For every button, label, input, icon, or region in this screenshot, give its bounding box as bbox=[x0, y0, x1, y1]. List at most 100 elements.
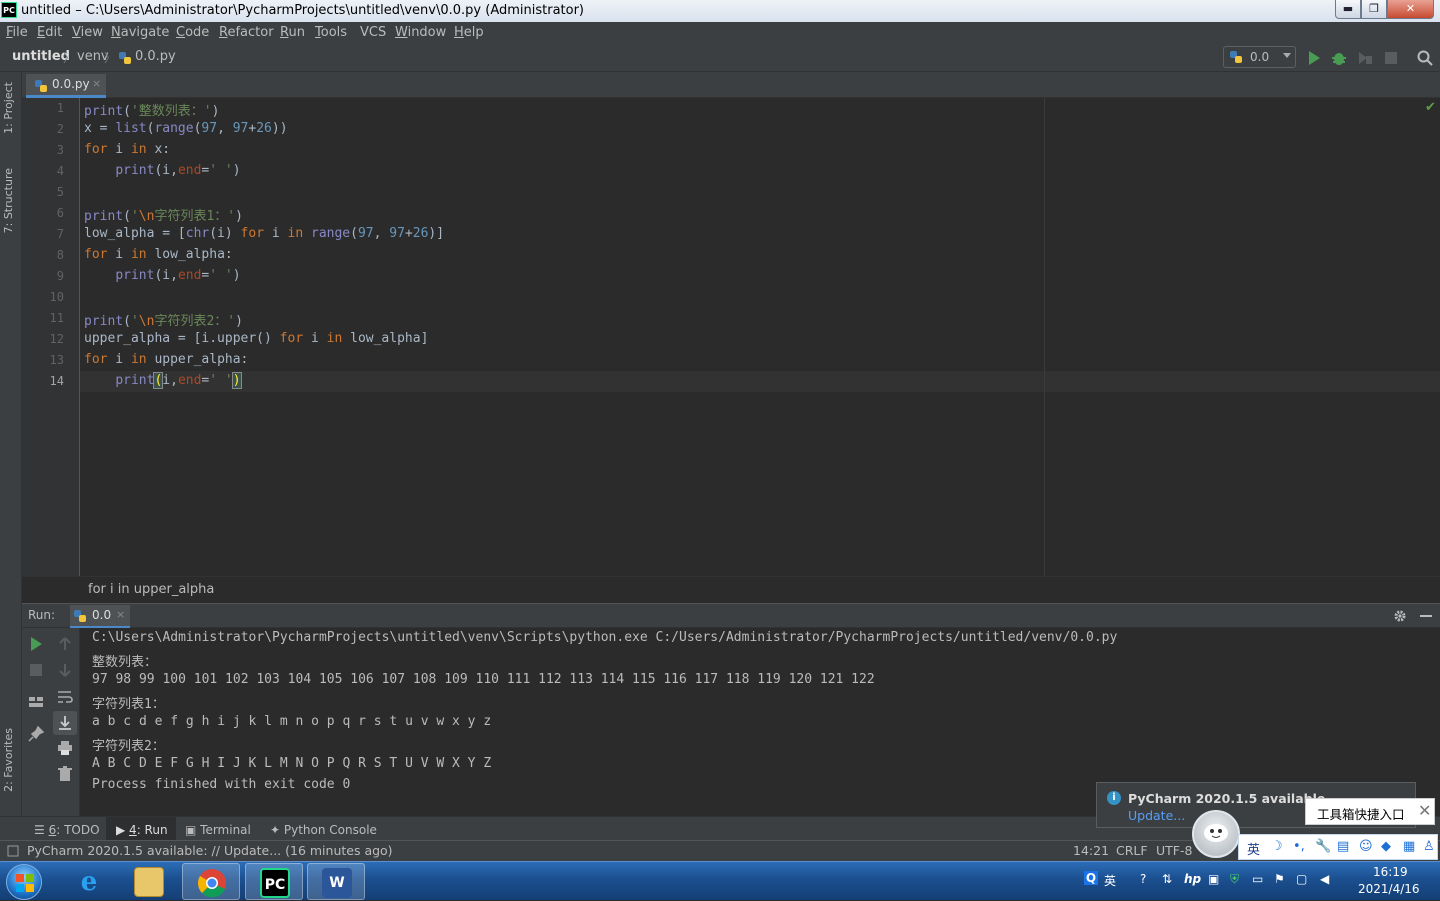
up-arrow-icon[interactable] bbox=[57, 636, 73, 652]
gear-icon[interactable] bbox=[1393, 609, 1407, 623]
run-with-coverage-icon[interactable] bbox=[1357, 50, 1373, 66]
ime-avatar[interactable] bbox=[1192, 810, 1240, 858]
start-button[interactable] bbox=[6, 864, 42, 900]
windows-taskbar: e PC W Q 英 ? ⇅ hp ▣ ⛨ ▭ ⚑ ▢ ◀ 16:19 2021… bbox=[0, 861, 1440, 900]
close-tab-icon[interactable]: × bbox=[116, 608, 125, 621]
stop-icon[interactable] bbox=[29, 663, 43, 677]
file-encoding[interactable]: UTF-8 bbox=[1156, 843, 1192, 858]
debug-icon[interactable] bbox=[1331, 50, 1347, 66]
print-icon[interactable] bbox=[57, 740, 73, 756]
breadcrumb-file[interactable]: 0.0.py bbox=[135, 49, 176, 64]
display-icon[interactable]: ▭ bbox=[1252, 872, 1263, 886]
run-configuration-select[interactable]: 0.0 bbox=[1223, 46, 1296, 68]
inspection-ok-icon[interactable]: ✔ bbox=[1425, 100, 1436, 115]
favorites-tool-tab[interactable]: 2: Favorites bbox=[2, 728, 15, 792]
menu-vcs[interactable]: VCS bbox=[360, 25, 386, 40]
network-sync-icon[interactable]: ⇅ bbox=[1162, 872, 1172, 886]
tool-tab-run[interactable]: ▶ 4: Run bbox=[116, 823, 168, 837]
taskbar-internet-explorer[interactable]: e bbox=[60, 863, 118, 900]
editor-breadcrumb[interactable]: for i in upper_alpha bbox=[88, 582, 214, 597]
code-line[interactable]: print(i,end=' ') bbox=[84, 163, 240, 178]
line-separator[interactable]: CRLF bbox=[1116, 843, 1148, 858]
caret-position[interactable]: 14:21 bbox=[1073, 843, 1109, 858]
code-line[interactable]: print('\n字符列表2：') bbox=[84, 310, 243, 329]
project-tool-tab[interactable]: 1: Project bbox=[2, 82, 15, 134]
tool-window-toggle-icon[interactable] bbox=[7, 845, 19, 857]
moon-icon[interactable]: ☽ bbox=[1271, 839, 1283, 854]
run-tab-0-0[interactable]: 0.0 × bbox=[70, 605, 130, 629]
wrench-icon[interactable]: 🔧 bbox=[1315, 839, 1331, 854]
ime-toolbar[interactable]: 英 ☽ •, 🔧 ▤ ☺ ◆ ▦ ♙ bbox=[1238, 834, 1438, 860]
layout-icon[interactable] bbox=[28, 694, 44, 710]
code-line[interactable]: low_alpha = [chr(i) for i in range(97, 9… bbox=[84, 226, 444, 241]
printer-tray-icon[interactable]: ▣ bbox=[1208, 872, 1219, 886]
status-message[interactable]: PyCharm 2020.1.5 available: // Update...… bbox=[27, 843, 393, 858]
soft-wrap-icon[interactable] bbox=[57, 689, 73, 705]
menu-window[interactable]: Window bbox=[395, 25, 446, 40]
ime-toolbox-popup[interactable]: 工具箱快捷入口 ✕ bbox=[1305, 798, 1435, 825]
code-line[interactable]: print('整数列表：') bbox=[84, 100, 219, 119]
code-line[interactable]: for i in upper_alpha: bbox=[84, 352, 248, 367]
menu-file[interactable]: File bbox=[6, 25, 28, 40]
taskbar-chrome[interactable] bbox=[182, 863, 240, 900]
taskbar-file-explorer[interactable] bbox=[120, 863, 178, 900]
qq-input-icon[interactable]: Q bbox=[1084, 871, 1098, 885]
menu-tools[interactable]: Tools bbox=[315, 25, 347, 40]
down-arrow-icon[interactable] bbox=[57, 662, 73, 678]
code-lines[interactable]: print('整数列表：') x = list(range(97, 97+26))… bbox=[80, 98, 1040, 576]
stop-icon[interactable] bbox=[1384, 51, 1398, 65]
monitor-icon[interactable]: ▢ bbox=[1296, 872, 1307, 886]
menu-view[interactable]: View bbox=[72, 25, 103, 40]
code-line[interactable]: for i in low_alpha: bbox=[84, 247, 233, 262]
maximize-button[interactable]: ❐ bbox=[1361, 0, 1387, 19]
menu-code[interactable]: Code bbox=[176, 25, 209, 40]
menu-run[interactable]: Run bbox=[280, 25, 305, 40]
menu-edit[interactable]: Edit bbox=[37, 25, 62, 40]
trash-icon[interactable] bbox=[57, 766, 73, 782]
pin-icon[interactable] bbox=[28, 726, 44, 742]
menu-refactor[interactable]: Refactor bbox=[219, 25, 274, 40]
menu-navigate[interactable]: Navigate bbox=[111, 25, 169, 40]
code-line[interactable]: print(i,end=' ') bbox=[84, 268, 240, 283]
smile-icon[interactable]: ☺ bbox=[1359, 839, 1373, 854]
search-icon[interactable] bbox=[1417, 50, 1433, 66]
close-icon[interactable]: ✕ bbox=[1418, 801, 1431, 820]
tray-language-indicator[interactable]: 英 bbox=[1104, 872, 1116, 889]
code-line[interactable]: upper_alpha = [i.upper() for i in low_al… bbox=[84, 331, 428, 346]
tool-tab-terminal[interactable]: ▣ Terminal bbox=[185, 823, 251, 837]
hp-icon[interactable]: hp bbox=[1184, 872, 1201, 886]
close-button[interactable]: ✕ bbox=[1387, 0, 1434, 19]
clock-date[interactable]: 2021/4/16 bbox=[1358, 882, 1420, 896]
shirt-icon[interactable]: ◆ bbox=[1381, 839, 1391, 854]
update-link[interactable]: Update... bbox=[1128, 808, 1185, 823]
close-tab-icon[interactable]: × bbox=[92, 77, 101, 90]
clipboard-icon[interactable]: ▤ bbox=[1337, 839, 1349, 854]
code-line[interactable]: for i in x: bbox=[84, 142, 170, 157]
menu-help[interactable]: Help bbox=[454, 25, 484, 40]
minimize-panel-icon[interactable] bbox=[1419, 609, 1433, 623]
rerun-icon[interactable] bbox=[28, 636, 44, 652]
tool-tab-todo[interactable]: ☰ 6: TODO bbox=[34, 823, 100, 837]
editor-tab-0-0-py[interactable]: 0.0.py × bbox=[26, 74, 106, 98]
grid-icon[interactable]: ▦ bbox=[1403, 839, 1415, 854]
taskbar-word[interactable]: W bbox=[307, 863, 365, 900]
scroll-to-end-toggle[interactable] bbox=[53, 711, 77, 735]
tool-tab-python-console[interactable]: ✦ Python Console bbox=[270, 823, 377, 837]
run-icon[interactable] bbox=[1306, 50, 1322, 66]
help-icon[interactable]: ? bbox=[1140, 872, 1146, 886]
ime-language-toggle[interactable]: 英 bbox=[1247, 839, 1260, 858]
clock-time[interactable]: 16:19 bbox=[1373, 865, 1408, 879]
window-title-bar[interactable]: PC untitled – C:\Users\Administrator\Pyc… bbox=[0, 0, 1440, 22]
punctuation-icon[interactable]: •, bbox=[1293, 839, 1305, 854]
user-icon[interactable]: ♙ bbox=[1423, 839, 1435, 854]
code-line[interactable]: x = list(range(97, 97+26)) bbox=[84, 121, 288, 136]
flag-icon[interactable]: ⚑ bbox=[1274, 872, 1285, 886]
security-shield-icon[interactable]: ⛨ bbox=[1230, 872, 1239, 887]
minimize-button[interactable]: ▬ bbox=[1335, 0, 1361, 19]
code-line[interactable]: print(i,end=' ') bbox=[84, 372, 242, 389]
code-line[interactable]: print('\n字符列表1：') bbox=[84, 205, 243, 224]
breadcrumb-project[interactable]: untitled bbox=[12, 49, 70, 64]
volume-icon[interactable]: ◀ bbox=[1320, 872, 1329, 886]
taskbar-pycharm[interactable]: PC bbox=[245, 863, 303, 900]
structure-tool-tab[interactable]: 7: Structure bbox=[2, 168, 15, 233]
